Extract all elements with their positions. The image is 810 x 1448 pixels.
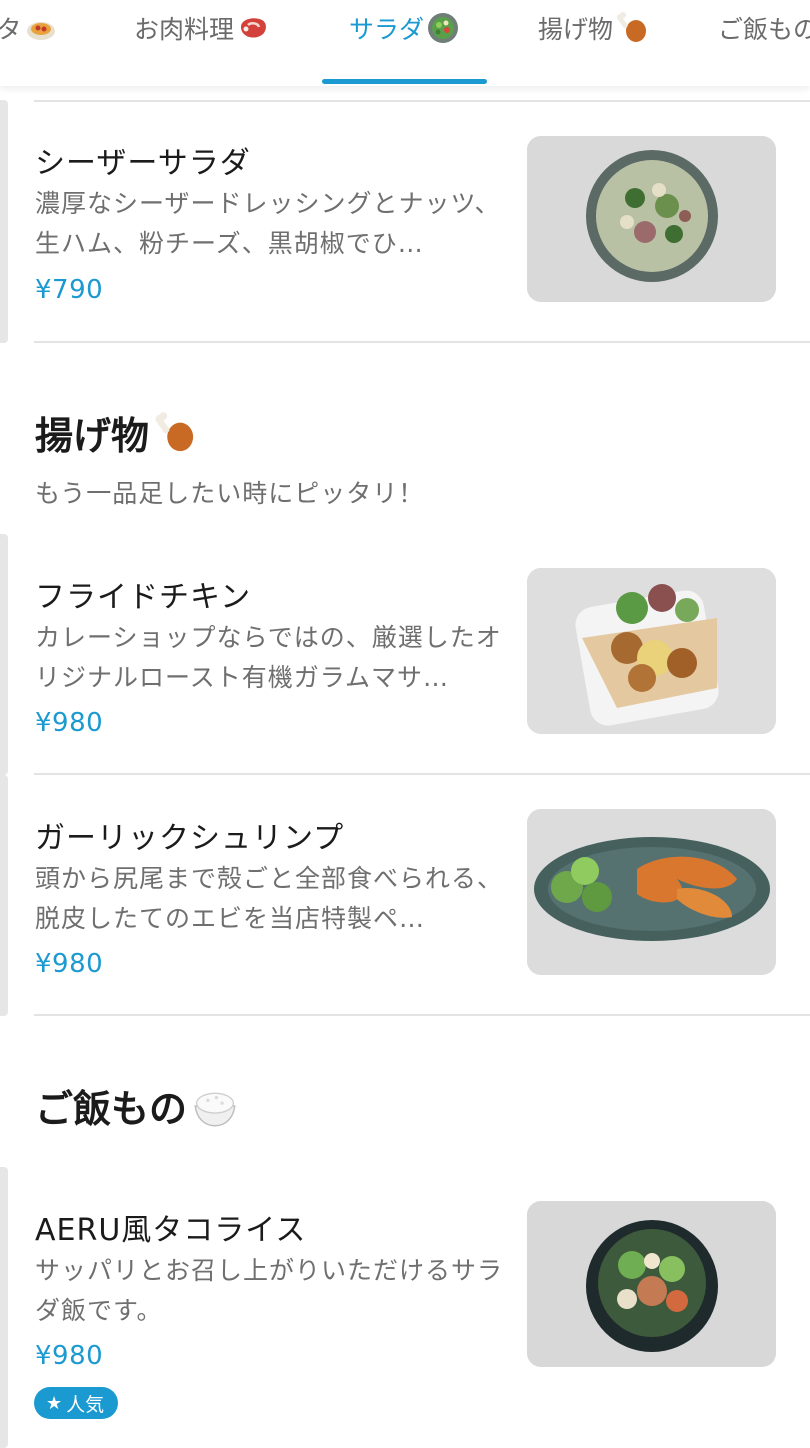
tab-salad[interactable]: サラダ [322, 0, 487, 86]
meat-icon [236, 11, 270, 45]
active-tab-indicator [322, 79, 487, 84]
item-accent-bar [0, 775, 8, 1016]
item-name: シーザーサラダ [35, 146, 251, 181]
tab-rice[interactable]: ご飯もの [718, 0, 810, 86]
item-description: 濃厚なシーザードレッシングとナッツ、生ハム、粉チーズ、黒胡椒でひ… [35, 189, 501, 258]
drumstick-icon [615, 11, 649, 45]
caesar-salad-photo[interactable] [527, 136, 776, 302]
star-icon: ★ [46, 1392, 63, 1414]
item-name: フライドチキン [35, 580, 252, 615]
section-title: ご飯もの [35, 1078, 239, 1133]
item-accent-bar [0, 100, 8, 343]
tab-label: ご飯もの [718, 15, 810, 44]
menu-item-garlic-shrimp[interactable]: ガーリックシュリンプ 頭から尻尾まで殻ごと全部食べられる、脱皮したてのエビを当店… [0, 775, 810, 1016]
tab-label: タ [0, 15, 22, 44]
tab-label: お肉料理 [133, 15, 234, 44]
tab-label: 揚げ物 [537, 15, 613, 44]
divider [34, 1014, 810, 1016]
tab-fried[interactable]: 揚げ物 [526, 0, 661, 86]
category-tab-bar: タ お肉料理 サラダ 揚げ物 ご飯もの [0, 0, 810, 86]
item-price: ¥980 [35, 949, 104, 979]
drumstick-icon [153, 411, 197, 455]
fried-chicken-photo[interactable] [527, 568, 776, 734]
tab-label: サラダ [348, 15, 424, 44]
spaghetti-icon [24, 11, 58, 45]
item-accent-bar [0, 534, 8, 775]
menu-page: タ お肉料理 サラダ 揚げ物 ご飯もの シーザーサラダ 濃厚なシーザードレッシン… [0, 0, 810, 1448]
popular-badge: ★ 人気 [34, 1387, 119, 1419]
divider [34, 100, 810, 102]
rice-icon [191, 1082, 239, 1130]
section-title: 揚げ物 [35, 405, 424, 460]
item-name: AERU風タコライス [35, 1213, 307, 1248]
tab-meat[interactable]: お肉料理 [122, 0, 282, 86]
garlic-shrimp-photo[interactable] [527, 809, 776, 975]
taco-rice-photo[interactable] [527, 1201, 776, 1367]
menu-item-caesar-salad[interactable]: シーザーサラダ 濃厚なシーザードレッシングとナッツ、生ハム、粉チーズ、黒胡椒でひ… [0, 100, 810, 343]
item-description: 頭から尻尾まで殻ごと全部食べられる、脱皮したてのエビを当店特製ペ… [35, 864, 504, 933]
item-accent-bar [0, 1167, 8, 1448]
menu-item-taco-rice[interactable]: AERU風タコライス サッパリとお召し上がりいただけるサラダ飯です。 ¥980 … [0, 1167, 810, 1448]
tab-pasta[interactable]: タ [0, 0, 62, 86]
badge-label: 人気 [66, 1393, 105, 1416]
item-price: ¥980 [35, 1341, 104, 1371]
item-name: ガーリックシュリンプ [35, 821, 345, 856]
section-title-text: ご飯もの [35, 1087, 188, 1131]
section-subtitle: もう一品足したい時にピッタリ！ [35, 479, 425, 508]
salad-icon [426, 11, 460, 45]
item-description: カレーショップならではの、厳選したオリジナルロースト有機ガラムマサ… [35, 623, 502, 692]
divider [34, 341, 810, 343]
section-fried-header: 揚げ物 もう一品足したい時にピッタリ！ [35, 405, 424, 510]
menu-item-fried-chicken[interactable]: フライドチキン カレーショップならではの、厳選したオリジナルロースト有機ガラムマ… [0, 534, 810, 775]
section-title-text: 揚げ物 [35, 414, 150, 458]
item-price: ¥790 [35, 275, 104, 305]
item-price: ¥980 [35, 708, 104, 738]
item-description: サッパリとお召し上がりいただけるサラダ飯です。 [35, 1256, 504, 1325]
section-rice-header: ご飯もの [35, 1078, 239, 1133]
